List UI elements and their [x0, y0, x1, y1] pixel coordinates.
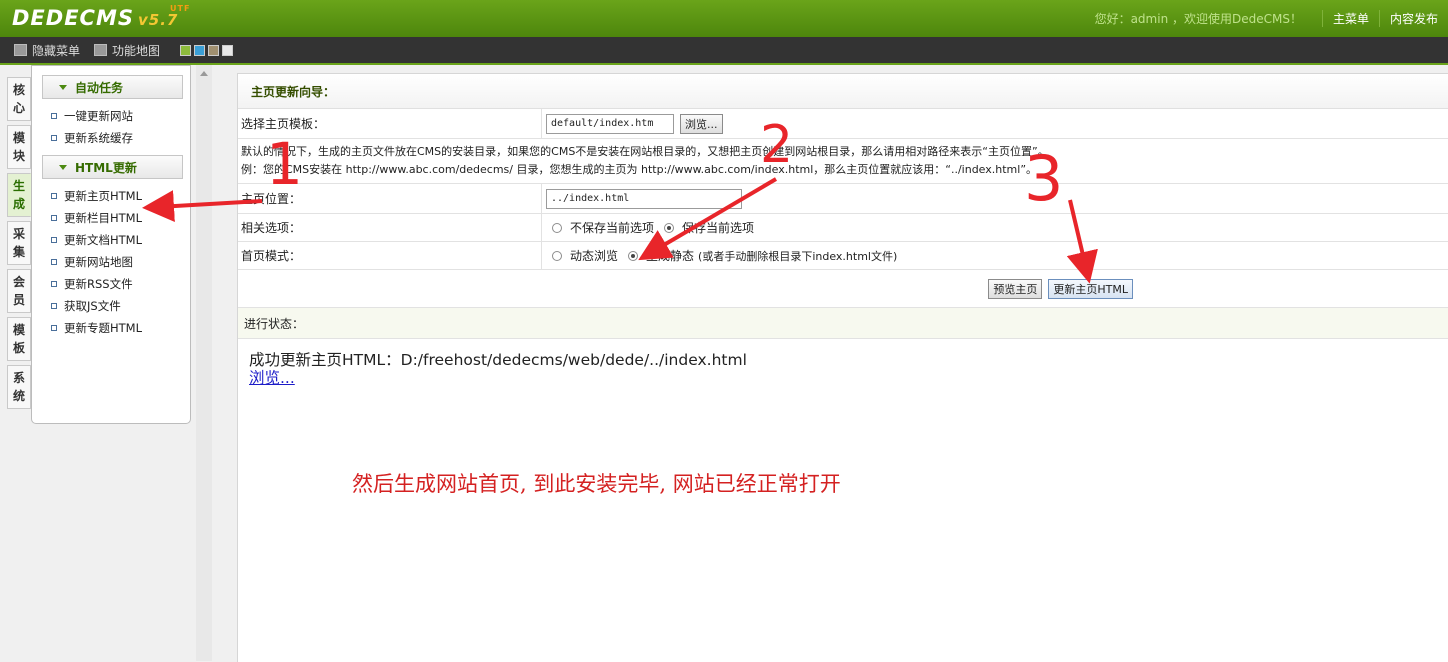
annotation-marks: 1 2 3: [142, 115, 1098, 284]
annotation-step-3: 3: [1024, 142, 1063, 215]
arrow-step-1: [142, 190, 263, 223]
arrow-step-3: [1066, 199, 1098, 284]
annotation-step-1: 1: [266, 130, 303, 198]
annotation-step-2: 2: [760, 115, 793, 175]
arrow-step-2: [638, 177, 778, 261]
